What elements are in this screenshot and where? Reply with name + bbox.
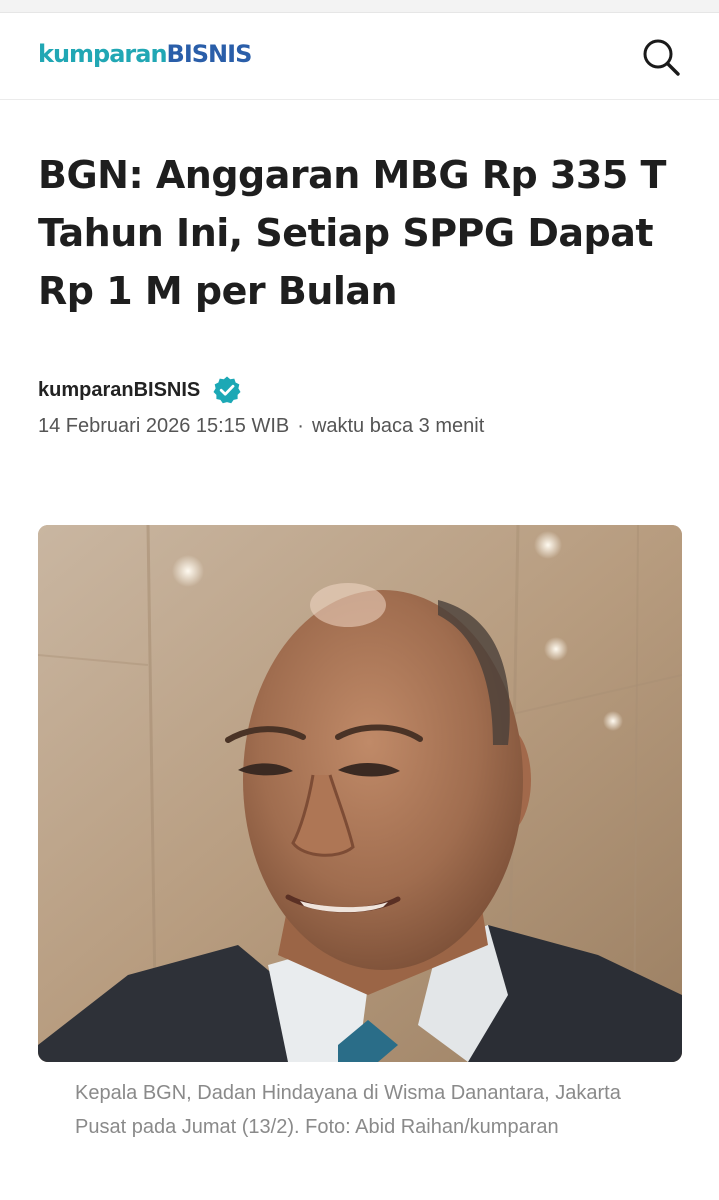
author-row: kumparanBISNIS: [38, 374, 242, 406]
read-time: waktu baca 3 menit: [311, 415, 485, 437]
article-title: BGN: Anggaran MBG Rp 335 T Tahun Ini, Se…: [38, 153, 666, 313]
logo-section: BISNIS: [166, 40, 253, 68]
search-icon: [643, 39, 680, 76]
site-logo[interactable]: kumparanBISNIS: [38, 39, 253, 69]
meta-separator: ·: [297, 415, 304, 437]
status-strip: [0, 0, 719, 13]
publish-date: 14 Februari 2026 15:15 WIB: [38, 415, 290, 437]
article-meta: 14 Februari 2026 15:15 WIB · waktu baca 3 …: [38, 412, 484, 440]
site-header: kumparanBISNIS: [0, 13, 719, 100]
article-photo[interactable]: [38, 525, 682, 1062]
photo-caption: Kepala BGN, Dadan Hindayana di Wisma Dan…: [75, 1082, 621, 1138]
portrait-photo: [38, 525, 682, 1062]
search-button[interactable]: [639, 35, 683, 79]
verified-check-icon: [213, 376, 241, 404]
author-name[interactable]: kumparanBISNIS: [38, 379, 200, 402]
logo-brand: kumparan: [38, 40, 168, 68]
